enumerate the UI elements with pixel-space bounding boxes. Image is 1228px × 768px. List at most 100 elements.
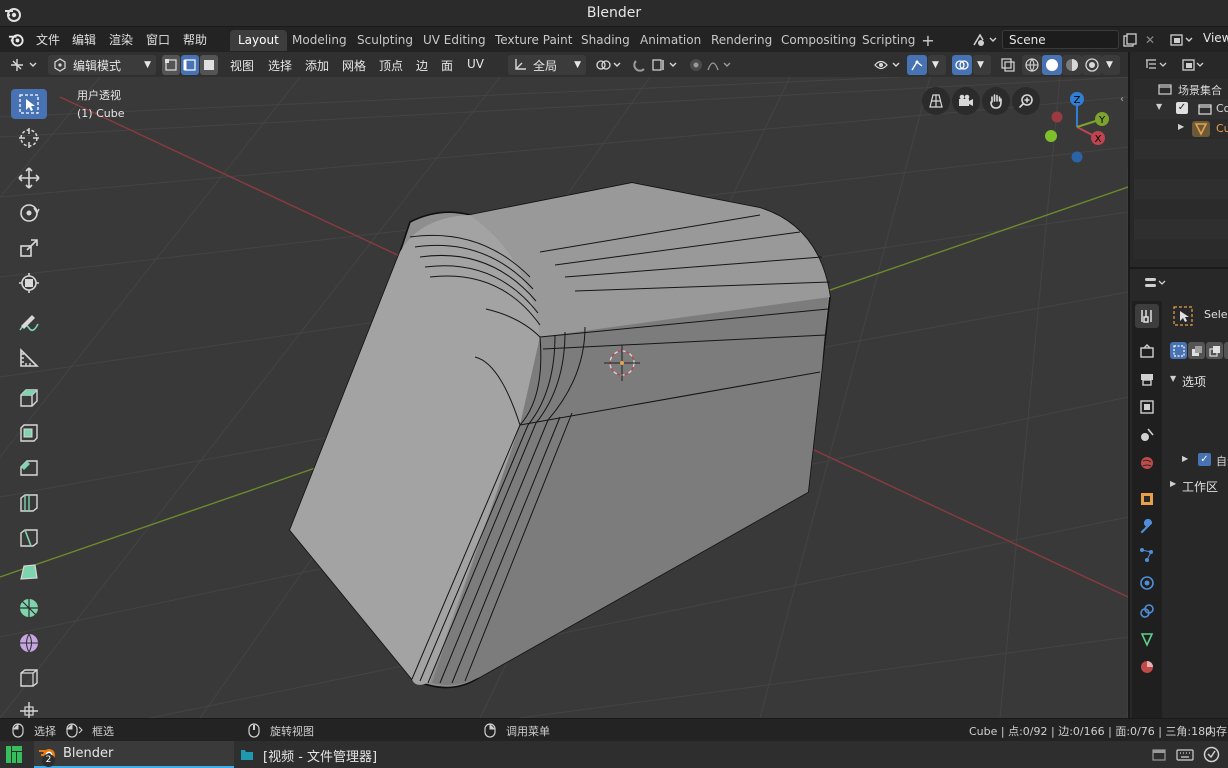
- menu-uv[interactable]: UV: [467, 57, 484, 71]
- outliner-cube-row[interactable]: ▶ Cu: [1134, 119, 1228, 139]
- snap-target-icon[interactable]: [650, 55, 680, 75]
- visibility-icon[interactable]: [873, 55, 903, 75]
- mesh-object[interactable]: [289, 182, 831, 689]
- menu-edge[interactable]: 边: [416, 57, 428, 74]
- particle-properties-tab[interactable]: [1135, 543, 1159, 567]
- tool-properties-tab[interactable]: [1135, 304, 1159, 328]
- material-shading-button[interactable]: [1062, 55, 1082, 75]
- mode-selector[interactable]: 编辑模式 ▼: [48, 55, 156, 75]
- menu-file[interactable]: 文件: [36, 31, 60, 48]
- modifier-properties-tab[interactable]: [1135, 515, 1159, 539]
- solid-shading-button[interactable]: [1042, 55, 1062, 75]
- outliner-filter-icon[interactable]: [1180, 55, 1208, 75]
- object-properties-tab[interactable]: [1135, 487, 1159, 511]
- overlay-dropdown[interactable]: ▼: [973, 55, 991, 75]
- select-extend-button[interactable]: [1188, 342, 1205, 359]
- tab-rendering[interactable]: Rendering: [703, 30, 780, 51]
- constraint-properties-tab[interactable]: [1135, 599, 1159, 623]
- menu-render[interactable]: 渲染: [109, 31, 133, 48]
- world-properties-tab[interactable]: [1135, 451, 1159, 475]
- system-status-icon[interactable]: [1203, 746, 1220, 763]
- scene-properties-tab[interactable]: [1135, 423, 1159, 447]
- measure-tool[interactable]: [11, 343, 47, 373]
- spin-tool[interactable]: [11, 593, 47, 623]
- viewport-scene[interactable]: [0, 77, 1128, 718]
- gizmo-toggle-button[interactable]: [907, 55, 927, 75]
- show-desktop-icon[interactable]: [1152, 749, 1166, 761]
- expand-arrow-icon[interactable]: ▶: [1178, 122, 1184, 131]
- rotate-tool[interactable]: [11, 198, 47, 228]
- data-properties-tab[interactable]: [1135, 627, 1159, 651]
- keyboard-icon[interactable]: [1176, 747, 1194, 762]
- properties-editor-icon[interactable]: [1142, 273, 1170, 293]
- face-select-button[interactable]: [200, 55, 218, 75]
- xray-toggle-icon[interactable]: [998, 55, 1018, 75]
- output-properties-tab[interactable]: [1135, 367, 1159, 391]
- add-workspace-icon[interactable]: +: [919, 31, 937, 50]
- navigation-gizmo[interactable]: Z X Y: [1040, 87, 1120, 167]
- outliner-scene-row[interactable]: 场景集合: [1134, 79, 1228, 99]
- tab-texture-paint[interactable]: Texture Paint: [487, 30, 580, 51]
- inset-tool[interactable]: [11, 418, 47, 448]
- taskbar-file-manager-label[interactable]: [视频 - 文件管理器]: [263, 746, 377, 765]
- tab-scripting[interactable]: Scripting: [854, 30, 923, 51]
- render-properties-tab[interactable]: [1135, 339, 1159, 363]
- extrude-tool[interactable]: [11, 383, 47, 413]
- auto-merge-checkbox[interactable]: ✓: [1198, 453, 1211, 466]
- menu-view[interactable]: 视图: [230, 57, 254, 74]
- delete-scene-icon[interactable]: ✕: [1141, 30, 1159, 49]
- tab-modeling[interactable]: Modeling: [284, 30, 355, 51]
- physics-properties-tab[interactable]: [1135, 571, 1159, 595]
- move-tool[interactable]: [11, 163, 47, 193]
- overlay-toggle-button[interactable]: [952, 55, 972, 75]
- menu-help[interactable]: 帮助: [183, 31, 207, 48]
- tab-animation[interactable]: Animation: [632, 30, 709, 51]
- transform-orientation-selector[interactable]: 全局 ▼: [508, 55, 586, 75]
- select-box-tool[interactable]: [11, 89, 47, 119]
- outliner-collection-row[interactable]: ▼ ✓ Co: [1134, 99, 1228, 119]
- taskbar-blender-item[interactable]: 2 Blender: [34, 741, 234, 768]
- options-section-header[interactable]: ▼ 选项: [1166, 370, 1228, 390]
- menu-select[interactable]: 选择: [268, 57, 292, 74]
- cursor-tool[interactable]: [11, 123, 47, 153]
- gizmo-dropdown[interactable]: ▼: [928, 55, 946, 75]
- loop-cut-tool[interactable]: [11, 488, 47, 518]
- view-layer-properties-tab[interactable]: [1135, 395, 1159, 419]
- poly-build-tool[interactable]: [11, 558, 47, 588]
- scale-tool[interactable]: [11, 233, 47, 263]
- wireframe-shading-button[interactable]: [1022, 55, 1042, 75]
- sidebar-toggle-icon[interactable]: ‹: [1117, 92, 1127, 106]
- manjaro-menu-icon[interactable]: [6, 746, 22, 763]
- collection-checkbox[interactable]: ✓: [1176, 102, 1188, 114]
- select-subtract-button[interactable]: [1206, 342, 1223, 359]
- toggle-camera-grid-button[interactable]: [922, 87, 950, 115]
- tab-uv-editing[interactable]: UV Editing: [415, 30, 494, 51]
- material-properties-tab[interactable]: [1135, 655, 1159, 679]
- menu-mesh[interactable]: 网格: [342, 57, 366, 74]
- proportional-edit-icon[interactable]: [686, 55, 706, 75]
- blender-menu-icon[interactable]: [8, 31, 25, 48]
- scene-name-field[interactable]: Scene: [1002, 30, 1119, 49]
- camera-view-button[interactable]: [952, 87, 980, 115]
- new-scene-icon[interactable]: [1121, 30, 1139, 49]
- menu-vertex[interactable]: 顶点: [379, 57, 403, 74]
- bevel-tool[interactable]: [11, 453, 47, 483]
- smooth-tool[interactable]: [11, 628, 47, 658]
- workspace-section-header[interactable]: ▶ 工作区: [1166, 475, 1228, 495]
- shading-dropdown[interactable]: ▼: [1102, 55, 1120, 75]
- select-invert-button[interactable]: [1224, 342, 1228, 359]
- tab-sculpting[interactable]: Sculpting: [349, 30, 421, 51]
- outliner-display-icon[interactable]: [1144, 55, 1170, 75]
- edge-select-button[interactable]: [181, 55, 199, 75]
- view-layer-name[interactable]: View: [1203, 31, 1228, 45]
- expand-arrow-icon[interactable]: ▼: [1156, 102, 1162, 111]
- tab-layout[interactable]: Layout: [230, 30, 287, 51]
- tab-compositing[interactable]: Compositing: [773, 30, 864, 51]
- scene-selector-icon[interactable]: [970, 30, 1000, 50]
- auto-merge-row[interactable]: ▶ ✓ 自动: [1166, 450, 1228, 470]
- transform-tool[interactable]: [11, 268, 47, 298]
- tab-shading[interactable]: Shading: [573, 30, 638, 51]
- zoom-view-button[interactable]: [1012, 87, 1040, 115]
- menu-window[interactable]: 窗口: [146, 31, 170, 48]
- menu-edit[interactable]: 编辑: [72, 31, 96, 48]
